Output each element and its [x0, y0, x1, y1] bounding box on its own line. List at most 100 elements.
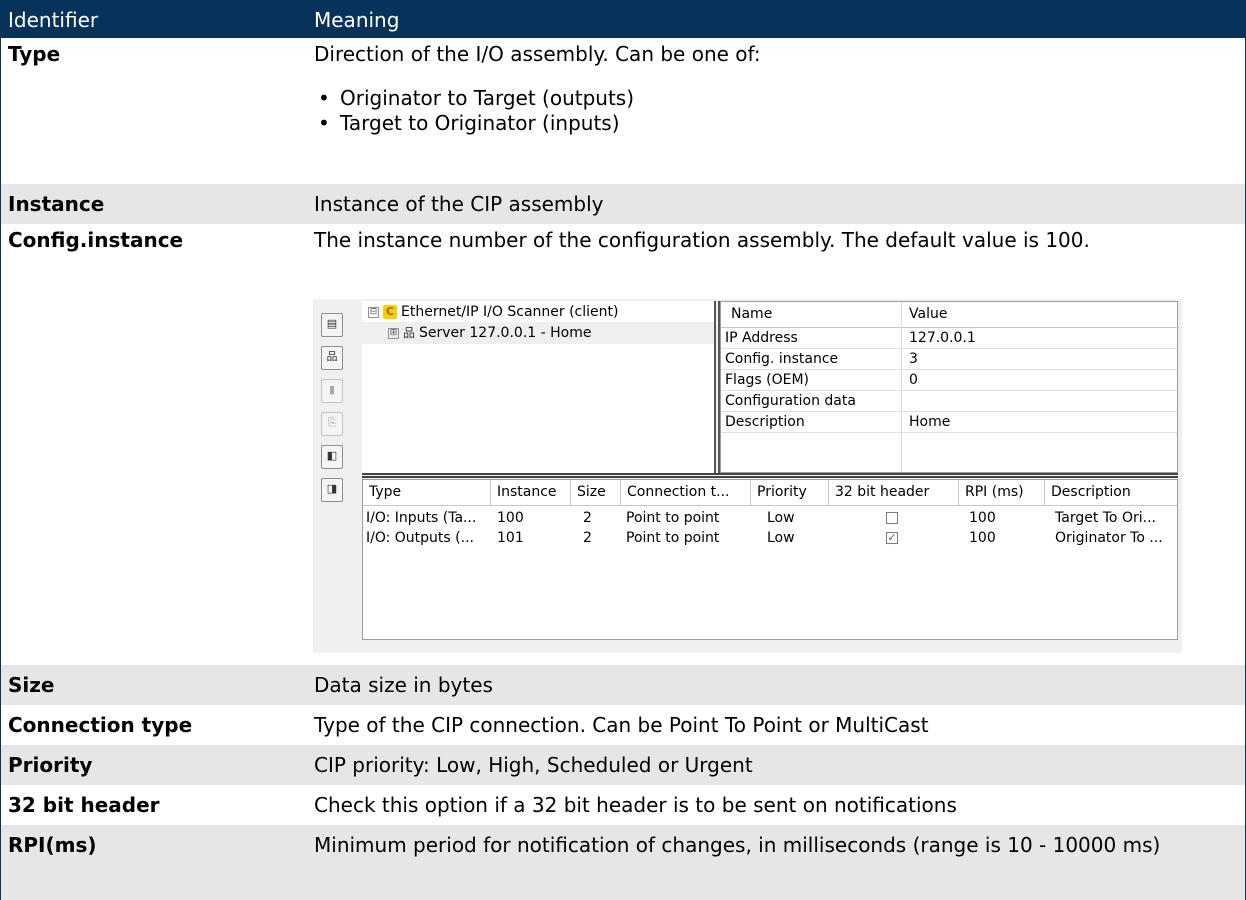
- property-value[interactable]: 0: [909, 370, 918, 391]
- type-column-header[interactable]: Type: [363, 480, 491, 505]
- term-32bit-header: 32 bit header: [8, 793, 160, 817]
- expand-icon[interactable]: ⊞: [388, 327, 399, 339]
- rpi-cell: 100: [969, 510, 996, 526]
- tree-node-scanner[interactable]: ⊟ C Ethernet/IP I/O Scanner (client): [368, 302, 618, 322]
- checkmark-icon: ✓: [887, 531, 897, 544]
- connections-grid: Type Instance Size Connection t... Prior…: [362, 479, 1178, 640]
- size-cell: 2: [583, 530, 592, 546]
- property-name: IP Address: [725, 330, 798, 346]
- row-instance: Instance Instance of the CIP assembly: [0, 184, 1246, 224]
- scanner-tree: ⊟ C Ethernet/IP I/O Scanner (client) ⊞ 品 Ser…: [362, 301, 714, 473]
- network-view-button[interactable]: 品: [321, 346, 343, 370]
- table-border-left: [0, 0, 1, 900]
- property-row[interactable]: Description Home: [721, 412, 1177, 433]
- type-options-list: Originator to Target (outputs) Target to…: [314, 86, 634, 136]
- description-column-header[interactable]: Description: [1045, 480, 1177, 505]
- 32bit-header-checkbox[interactable]: ✓: [886, 532, 898, 544]
- connections-header: Type Instance Size Connection t... Prior…: [363, 480, 1177, 506]
- property-value[interactable]: 3: [909, 349, 918, 370]
- term-config-instance: Config.instance: [8, 228, 184, 252]
- size-column-header[interactable]: Size: [571, 480, 621, 505]
- term-rpi: RPI(ms): [8, 833, 97, 857]
- list-item: Target to Originator (inputs): [314, 111, 634, 136]
- table-header: Identifier Meaning: [0, 0, 1246, 38]
- connection-type-column-header[interactable]: Connection t...: [621, 480, 751, 505]
- description-cell: Target To Ori...: [1055, 510, 1156, 526]
- desc-rpi: Minimum period for notification of chang…: [314, 833, 1161, 857]
- term-instance: Instance: [8, 192, 105, 216]
- property-row[interactable]: Configuration data: [721, 391, 1177, 412]
- import-icon: ◧: [326, 449, 338, 462]
- export-button[interactable]: ◨: [321, 478, 343, 502]
- scanner-config-screenshot: ▤ 品 ▮ ⎘ ◧ ◨ ⊟ C Ethernet/IP I/O Scanner (c…: [313, 299, 1182, 653]
- desc-type: Direction of the I/O assembly. Can be on…: [314, 42, 761, 66]
- 32bit-header-checkbox[interactable]: [886, 512, 898, 524]
- desc-priority: CIP priority: Low, High, Scheduled or Ur…: [314, 753, 753, 777]
- properties-grid: Name Value IP Address 127.0.0.1 Config. …: [720, 301, 1179, 473]
- add-io-button[interactable]: ▮: [321, 379, 343, 403]
- term-size: Size: [8, 673, 55, 697]
- tree-view-icon: ▤: [326, 317, 338, 330]
- desc-connection-type: Type of the CIP connection. Can be Point…: [314, 713, 929, 737]
- meaning-header: Meaning: [314, 8, 400, 32]
- rpi-column-header[interactable]: RPI (ms): [959, 480, 1045, 505]
- property-name: Flags (OEM): [725, 372, 810, 388]
- tree-node-server[interactable]: ⊞ 品 Server 127.0.0.1 - Home: [388, 323, 591, 343]
- priority-cell: Low: [767, 510, 795, 526]
- table-row[interactable]: I/O: Inputs (Ta... 100 2 Point to point …: [363, 508, 1177, 529]
- property-name: Config. instance: [725, 351, 839, 367]
- instance-cell: 101: [497, 530, 524, 546]
- tree-view-button[interactable]: ▤: [321, 313, 343, 337]
- 32bit-header-column-header[interactable]: 32 bit header: [829, 480, 959, 505]
- row-priority: Priority CIP priority: Low, High, Schedu…: [0, 745, 1246, 785]
- row-connection-type: Connection type Type of the CIP connecti…: [0, 705, 1246, 745]
- property-row[interactable]: Flags (OEM) 0: [721, 370, 1177, 391]
- export-icon: ◨: [326, 482, 338, 495]
- term-type: Type: [8, 42, 61, 66]
- client-c-icon: C: [383, 305, 397, 319]
- row-rpi: RPI(ms) Minimum period for notification …: [0, 825, 1246, 900]
- properties-header: Name Value: [721, 302, 1179, 328]
- network-node-icon: 品: [403, 326, 416, 340]
- property-row[interactable]: Config. instance 3: [721, 349, 1177, 370]
- property-row[interactable]: IP Address 127.0.0.1: [721, 328, 1177, 349]
- row-32bit-header: 32 bit header Check this option if a 32 …: [0, 785, 1246, 825]
- term-connection-type: Connection type: [8, 713, 193, 737]
- network-icon: 品: [326, 350, 338, 363]
- size-cell: 2: [583, 510, 592, 526]
- desc-instance: Instance of the CIP assembly: [314, 192, 604, 216]
- property-value[interactable]: 127.0.0.1: [909, 328, 976, 349]
- name-column-header[interactable]: Name: [731, 306, 772, 322]
- parameter-table: Identifier Meaning Type Direction of the…: [0, 0, 1246, 900]
- import-button[interactable]: ◧: [321, 445, 343, 469]
- instance-column-header[interactable]: Instance: [491, 480, 571, 505]
- type-cell: I/O: Outputs (...: [366, 530, 474, 546]
- description-cell: Originator To ...: [1055, 530, 1163, 546]
- tree-node-label: Ethernet/IP I/O Scanner (client): [401, 304, 619, 320]
- property-value[interactable]: Home: [909, 412, 950, 433]
- row-size: Size Data size in bytes: [0, 665, 1246, 705]
- paste-button[interactable]: ⎘: [321, 412, 343, 436]
- type-cell: I/O: Inputs (Ta...: [366, 510, 477, 526]
- tree-node-label: Server 127.0.0.1 - Home: [419, 325, 592, 341]
- desc-size: Data size in bytes: [314, 673, 493, 697]
- property-name: Configuration data: [725, 393, 856, 409]
- instance-cell: 100: [497, 510, 524, 526]
- rpi-cell: 100: [969, 530, 996, 546]
- desc-32bit-header: Check this option if a 32 bit header is …: [314, 793, 957, 817]
- value-column-header[interactable]: Value: [909, 306, 947, 322]
- connection-type-cell: Point to point: [626, 510, 720, 526]
- list-item: Originator to Target (outputs): [314, 86, 634, 111]
- desc-config-instance: The instance number of the configuration…: [314, 228, 1090, 252]
- collapse-icon[interactable]: ⊟: [368, 306, 379, 318]
- add-io-icon: ▮: [328, 383, 336, 396]
- horizontal-splitter[interactable]: [362, 473, 1178, 478]
- term-priority: Priority: [8, 753, 93, 777]
- table-row[interactable]: I/O: Outputs (... 101 2 Point to point L…: [363, 528, 1177, 549]
- connection-type-cell: Point to point: [626, 530, 720, 546]
- property-name: Description: [725, 414, 805, 430]
- identifier-header: Identifier: [8, 8, 99, 32]
- priority-column-header[interactable]: Priority: [751, 480, 829, 505]
- row-type: Type Direction of the I/O assembly. Can …: [0, 38, 1246, 184]
- priority-cell: Low: [767, 530, 795, 546]
